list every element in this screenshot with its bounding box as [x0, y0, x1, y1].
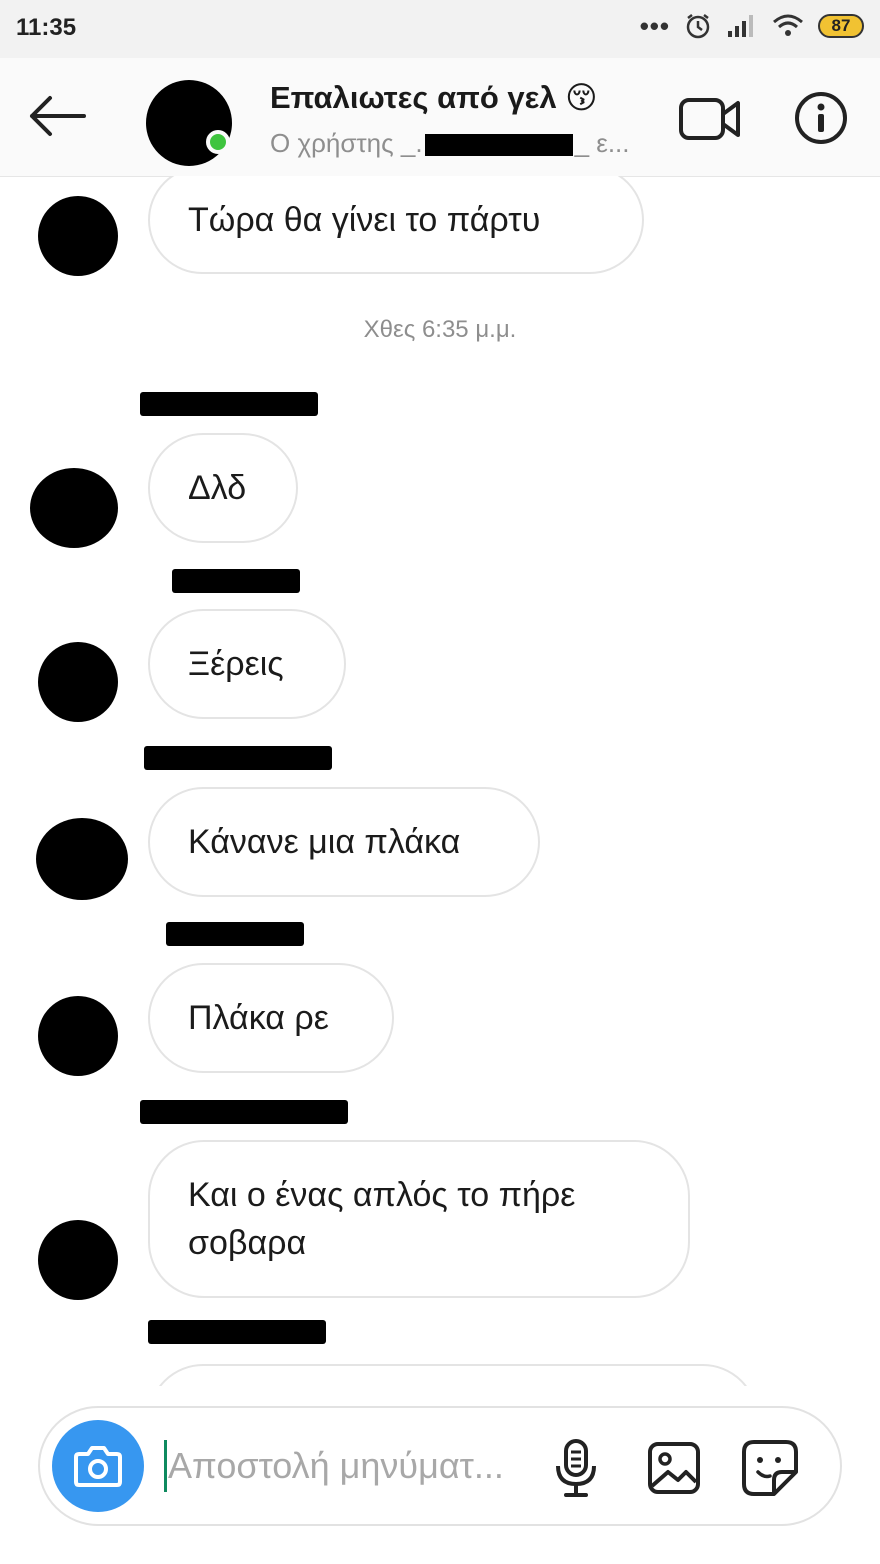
message-list[interactable]: Τώρα θα γίνει το πάρτυ Χθες 6:35 μ.μ. Δλ…	[0, 176, 880, 1386]
chat-title-text: Επαλιωτες από γελ	[270, 80, 557, 115]
camera-icon	[74, 1446, 122, 1487]
chat-title[interactable]: Επαλιωτες από γελ 😚	[270, 80, 598, 116]
message-bubble[interactable]	[148, 1364, 758, 1386]
microphone-icon[interactable]	[552, 1438, 600, 1498]
video-call-icon[interactable]	[678, 94, 742, 144]
timestamp: Χθες 6:35 μ.μ.	[363, 316, 517, 343]
sender-name-redacted	[140, 1100, 348, 1124]
camera-button[interactable]	[52, 1420, 144, 1512]
message-input[interactable]	[168, 1436, 548, 1496]
message-bubble[interactable]: Τώρα θα γίνει το πάρτυ	[148, 176, 644, 274]
status-bar: 11:35 ••• 87	[0, 0, 880, 58]
avatar[interactable]	[30, 468, 118, 548]
chat-header: Επαλιωτες από γελ 😚 Ο χρήστης _. _ ε...	[0, 58, 880, 177]
back-arrow-icon[interactable]	[22, 86, 92, 146]
status-icons: ••• 87	[640, 12, 864, 40]
subtitle-suffix: _ ε...	[574, 128, 630, 158]
message-bubble[interactable]: Δλδ	[148, 433, 298, 543]
sender-name-redacted	[172, 569, 300, 593]
message-bubble[interactable]: Κάνανε μια πλάκα	[148, 787, 540, 897]
message-composer	[38, 1406, 842, 1526]
info-icon[interactable]	[793, 90, 849, 146]
message-bubble[interactable]: Ξέρεις	[148, 609, 346, 719]
alarm-icon	[686, 14, 710, 39]
sender-name-redacted	[144, 746, 332, 770]
message-text: Και ο ένας απλός το πήρε σοβαρα	[188, 1176, 576, 1262]
redaction-bar	[424, 134, 573, 157]
avatar[interactable]	[38, 1220, 118, 1300]
message-text: Κάνανε μια πλάκα	[188, 823, 461, 861]
kiss-emoji-icon: 😚	[565, 80, 598, 115]
online-status-dot	[206, 130, 230, 154]
avatar[interactable]	[38, 196, 118, 276]
avatar[interactable]	[36, 818, 128, 900]
more-dots-icon: •••	[639, 11, 670, 41]
status-time: 11:35	[16, 14, 77, 41]
text-cursor	[164, 1440, 167, 1492]
sender-name-redacted	[140, 392, 318, 416]
chat-subtitle: Ο χρήστης _. _ ε...	[270, 128, 630, 159]
avatar[interactable]	[38, 996, 118, 1076]
battery-level: 87	[831, 16, 851, 35]
message-bubble[interactable]: Πλάκα ρε	[148, 963, 394, 1073]
sender-name-redacted	[148, 1320, 326, 1344]
avatar[interactable]	[38, 642, 118, 722]
wifi-icon	[773, 14, 803, 36]
gallery-icon[interactable]	[646, 1440, 702, 1496]
message-text: Τώρα θα γίνει το πάρτυ	[188, 201, 541, 239]
message-text: Ξέρεις	[188, 645, 284, 683]
subtitle-prefix: Ο χρήστης _.	[270, 128, 423, 158]
message-text: Δλδ	[188, 469, 247, 507]
message-text: Πλάκα ρε	[188, 999, 329, 1037]
message-bubble[interactable]: Και ο ένας απλός το πήρε σοβαρα	[148, 1140, 690, 1298]
sticker-icon[interactable]	[740, 1438, 800, 1498]
sender-name-redacted	[166, 922, 304, 946]
battery-icon: 87	[818, 14, 864, 38]
signal-icon	[728, 15, 753, 37]
